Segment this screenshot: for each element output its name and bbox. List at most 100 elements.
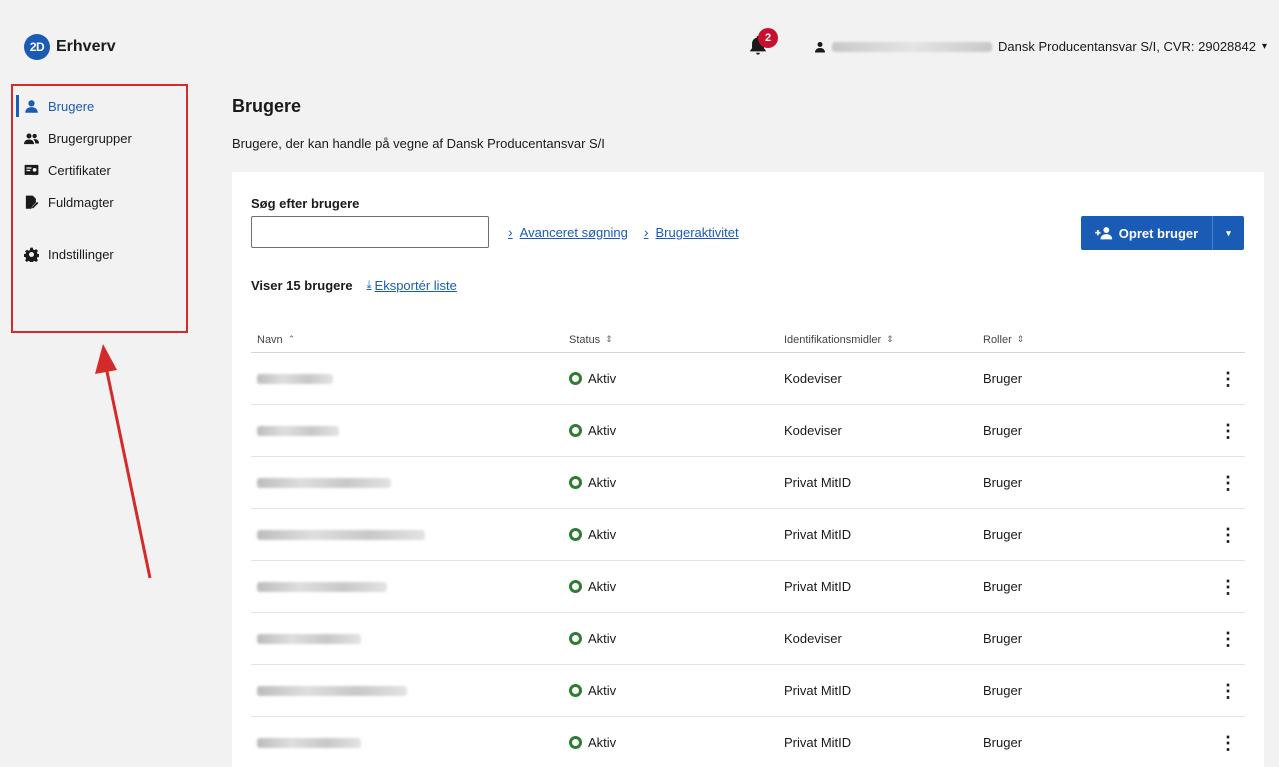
status-active-icon bbox=[569, 372, 582, 385]
export-list-link[interactable]: ⤓ Eksportér liste bbox=[367, 278, 457, 293]
status-active-icon bbox=[569, 424, 582, 437]
sort-icon: ⇕ bbox=[605, 334, 613, 344]
table-row[interactable]: Aktiv Kodeviser Bruger ⋮ bbox=[251, 353, 1245, 405]
user-name-redacted[interactable] bbox=[257, 529, 425, 540]
status-active-icon bbox=[569, 580, 582, 593]
user-name-redacted bbox=[832, 41, 992, 52]
user-name-redacted[interactable] bbox=[257, 581, 387, 592]
role-cell: Bruger bbox=[983, 527, 1023, 542]
sidebar-nav: Brugere Brugergrupper Certifikater Fuldm… bbox=[16, 90, 186, 270]
search-label: Søg efter brugere bbox=[251, 196, 360, 211]
search-input[interactable] bbox=[251, 216, 489, 248]
add-user-icon bbox=[1095, 227, 1112, 240]
chevron-right-icon: › bbox=[508, 224, 513, 240]
sort-icon: ⇕ bbox=[886, 334, 894, 344]
identification-cell: Privat MitID bbox=[784, 579, 852, 594]
user-name-redacted[interactable] bbox=[257, 373, 333, 384]
sidebar-item-label: Brugergrupper bbox=[48, 130, 132, 146]
user-icon bbox=[815, 41, 825, 52]
sidebar-item-brugere[interactable]: Brugere bbox=[16, 90, 186, 122]
sidebar-item-label: Certifikater bbox=[48, 162, 111, 178]
identification-cell: Privat MitID bbox=[784, 475, 852, 490]
sidebar-item-label: Fuldmagter bbox=[48, 194, 114, 210]
role-cell: Bruger bbox=[983, 631, 1023, 646]
create-user-button-group: Opret bruger ▾ bbox=[1081, 216, 1244, 250]
chevron-down-icon: ▾ bbox=[1226, 227, 1231, 238]
document-edit-icon bbox=[25, 195, 39, 209]
status-active-icon bbox=[569, 476, 582, 489]
sidebar-item-label: Brugere bbox=[48, 98, 95, 114]
more-options-icon[interactable]: ⋮ bbox=[1219, 474, 1237, 492]
sidebar-item-brugergrupper[interactable]: Brugergrupper bbox=[16, 122, 186, 154]
table-row[interactable]: Aktiv Privat MitID Bruger ⋮ bbox=[251, 665, 1245, 717]
chevron-down-icon: ▾ bbox=[1261, 41, 1268, 52]
identification-cell: Privat MitID bbox=[784, 683, 852, 698]
role-cell: Bruger bbox=[983, 475, 1023, 490]
identification-cell: Privat MitID bbox=[784, 527, 852, 542]
table-row[interactable]: Aktiv Kodeviser Bruger ⋮ bbox=[251, 405, 1245, 457]
user-name-redacted[interactable] bbox=[257, 477, 391, 488]
organization-label: Dansk Producentansvar S/I, CVR: 29028842 bbox=[998, 39, 1256, 54]
brand[interactable]: 2D Erhverv bbox=[24, 34, 116, 60]
brand-logo: 2D bbox=[24, 34, 50, 60]
table-row[interactable]: Aktiv Privat MitID Bruger ⋮ bbox=[251, 717, 1245, 767]
more-options-icon[interactable]: ⋮ bbox=[1219, 526, 1237, 544]
identification-cell: Kodeviser bbox=[784, 631, 842, 646]
column-header-identification[interactable]: Identifikationsmidler ⇕ bbox=[784, 334, 983, 346]
search-links: › Avanceret søgning › Brugeraktivitet bbox=[508, 224, 739, 240]
sidebar-item-fuldmagter[interactable]: Fuldmagter bbox=[16, 186, 186, 218]
role-cell: Bruger bbox=[983, 735, 1023, 750]
download-icon: ⤓ bbox=[366, 279, 372, 291]
certificate-icon bbox=[24, 164, 39, 175]
brand-name: Erhverv bbox=[56, 38, 116, 55]
column-header-name[interactable]: Navn ⌃ bbox=[251, 334, 569, 346]
status-active-icon bbox=[569, 736, 582, 749]
user-menu[interactable]: Dansk Producentansvar S/I, CVR: 29028842… bbox=[814, 39, 1267, 54]
notification-badge: 2 bbox=[758, 28, 778, 48]
identification-cell: Kodeviser bbox=[784, 371, 842, 386]
sidebar-item-label: Indstillinger bbox=[48, 246, 114, 262]
sidebar-item-indstillinger[interactable]: Indstillinger bbox=[16, 238, 186, 270]
user-icon bbox=[25, 99, 38, 113]
chevron-right-icon: › bbox=[643, 224, 649, 240]
advanced-search-link[interactable]: › Avanceret søgning bbox=[508, 224, 628, 240]
more-options-icon[interactable]: ⋮ bbox=[1219, 422, 1237, 440]
page-subtitle: Brugere, der kan handle på vegne af Dans… bbox=[232, 136, 605, 151]
column-header-roles[interactable]: Roller ⇕ bbox=[983, 334, 1203, 346]
users-group-icon bbox=[24, 133, 39, 144]
sidebar-item-certifikater[interactable]: Certifikater bbox=[16, 154, 186, 186]
more-options-icon[interactable]: ⋮ bbox=[1219, 578, 1237, 596]
more-options-icon[interactable]: ⋮ bbox=[1219, 734, 1237, 752]
top-header: 2D Erhverv 2 Dansk Producentansvar S/I, … bbox=[0, 0, 1279, 72]
table-header: Navn ⌃ Status ⇕ Identifikationsmidler ⇕ … bbox=[251, 327, 1245, 353]
role-cell: Bruger bbox=[983, 683, 1023, 698]
table-row[interactable]: Aktiv Privat MitID Bruger ⋮ bbox=[251, 561, 1245, 613]
table-row[interactable]: Aktiv Kodeviser Bruger ⋮ bbox=[251, 613, 1245, 665]
role-cell: Bruger bbox=[983, 579, 1023, 594]
table-row[interactable]: Aktiv Privat MitID Bruger ⋮ bbox=[251, 457, 1245, 509]
user-name-redacted[interactable] bbox=[257, 633, 361, 644]
user-activity-link[interactable]: › Brugeraktivitet bbox=[644, 224, 739, 240]
create-user-button[interactable]: Opret bruger bbox=[1081, 216, 1212, 250]
user-name-redacted[interactable] bbox=[257, 737, 361, 748]
more-options-icon[interactable]: ⋮ bbox=[1219, 370, 1237, 388]
more-options-icon[interactable]: ⋮ bbox=[1219, 630, 1237, 648]
user-name-redacted[interactable] bbox=[257, 685, 407, 696]
sort-icon: ⇕ bbox=[1016, 334, 1025, 344]
list-summary: Viser 15 brugere ⤓ Eksportér liste bbox=[251, 278, 457, 293]
gear-icon bbox=[24, 247, 39, 262]
more-options-icon[interactable]: ⋮ bbox=[1219, 682, 1237, 700]
identification-cell: Privat MitID bbox=[784, 735, 852, 750]
users-table: Navn ⌃ Status ⇕ Identifikationsmidler ⇕ … bbox=[251, 327, 1245, 767]
column-header-status[interactable]: Status ⇕ bbox=[569, 334, 784, 346]
create-user-dropdown-toggle[interactable]: ▾ bbox=[1212, 216, 1244, 250]
role-cell: Bruger bbox=[983, 371, 1023, 386]
users-card: Søg efter brugere › Avanceret søgning › … bbox=[232, 172, 1264, 767]
sort-asc-icon: ⌃ bbox=[287, 334, 296, 344]
table-row[interactable]: Aktiv Privat MitID Bruger ⋮ bbox=[251, 509, 1245, 561]
status-active-icon bbox=[569, 528, 582, 541]
status-active-icon bbox=[569, 632, 582, 645]
page-title: Brugere bbox=[232, 96, 302, 116]
status-active-icon bbox=[569, 684, 582, 697]
user-name-redacted[interactable] bbox=[257, 425, 339, 436]
